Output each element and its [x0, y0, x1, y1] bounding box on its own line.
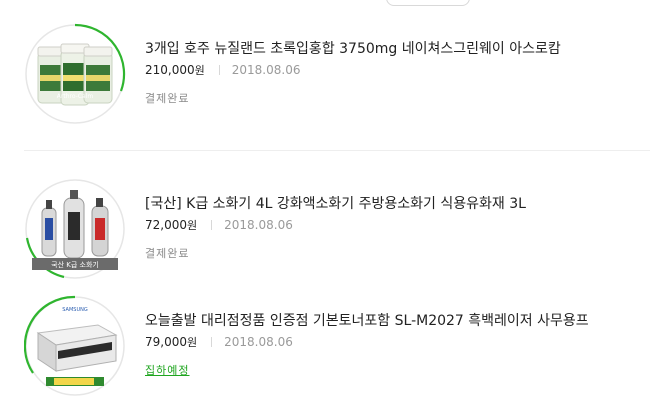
order-list: Arthro-Calm 3개입 호주 뉴질랜드 초록입홍합 3750mg 네이쳐… [0, 0, 650, 414]
order-meta: 210,000원 2018.08.06 [145, 62, 300, 78]
currency-unit: 원 [194, 64, 205, 77]
order-status: 결제완료 [145, 92, 190, 105]
product-thumbnail[interactable]: SAMSUNG [24, 295, 126, 397]
order-meta: 72,000원 2018.08.06 [145, 217, 293, 233]
order-price: 72,000 [145, 218, 187, 232]
meta-separator [218, 65, 220, 75]
laser-printer-image: SAMSUNG [24, 295, 125, 396]
meta-separator [211, 337, 213, 347]
order-title[interactable]: 3개입 호주 뉴질랜드 초록입홍합 3750mg 네이쳐스그린웨이 아스로캄 [145, 38, 561, 58]
currency-unit: 원 [187, 336, 198, 349]
product-thumbnail[interactable]: Arthro-Calm [24, 23, 126, 125]
order-date: 2018.08.06 [231, 63, 301, 77]
supplement-bottles-image: Arthro-Calm [25, 23, 126, 124]
order-title[interactable]: 오늘출발 대리점정품 인증점 기본토너포함 SL-M2027 흑백레이저 사무용… [145, 310, 589, 330]
order-divider [24, 150, 650, 151]
bottle-label-text: Arthro-Calm [57, 93, 94, 100]
order-meta: 79,000원 2018.08.06 [145, 334, 293, 350]
product-thumbnail[interactable]: 국산 K급 소화기 [24, 178, 126, 280]
order-status-link[interactable]: 집하예정 [145, 362, 189, 378]
currency-unit: 원 [187, 219, 198, 232]
banner-label-text: 국산 K급 소화기 [51, 260, 99, 269]
order-date: 2018.08.06 [224, 335, 293, 349]
brand-label-text: SAMSUNG [62, 307, 88, 313]
order-title[interactable]: [국산] K급 소화기 4L 강화액소화기 주방용소화기 식용유화재 3L [145, 193, 526, 213]
order-date: 2018.08.06 [224, 218, 293, 232]
fire-extinguisher-image: 국산 K급 소화기 [25, 179, 125, 279]
meta-separator [211, 220, 213, 230]
order-price: 210,000 [145, 63, 195, 77]
order-status: 결제완료 [145, 247, 190, 260]
order-price: 79,000 [145, 335, 187, 349]
